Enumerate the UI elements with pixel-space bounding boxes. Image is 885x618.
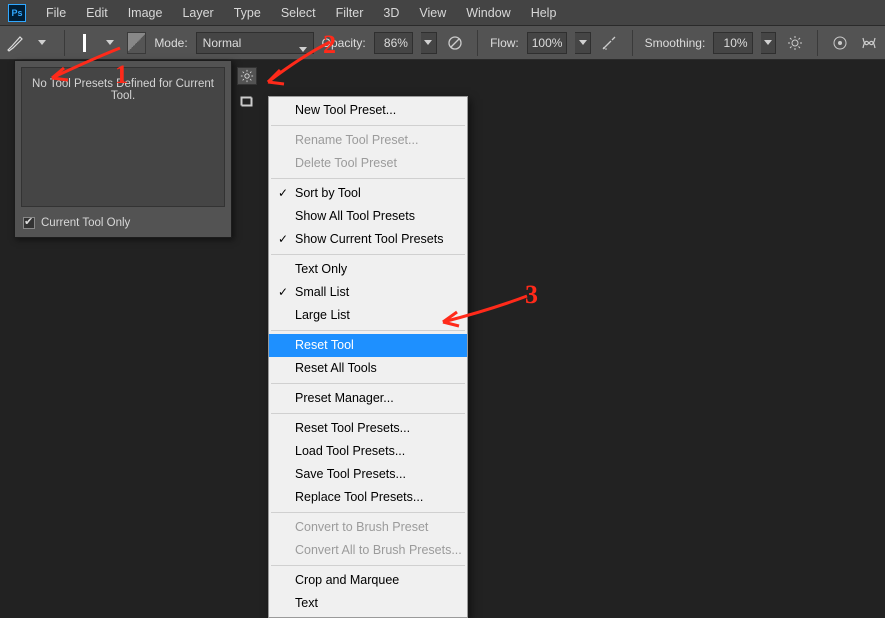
menu-layer[interactable]: Layer	[172, 2, 223, 24]
mode-value: Normal	[203, 36, 242, 50]
menu-item-load-tool-presets[interactable]: Load Tool Presets...	[269, 440, 467, 463]
pressure-opacity-icon[interactable]	[445, 31, 466, 55]
menu-filter[interactable]: Filter	[326, 2, 374, 24]
menu-type[interactable]: Type	[224, 2, 271, 24]
separator	[632, 30, 633, 56]
flow-label: Flow:	[490, 36, 519, 50]
menu-separator	[271, 254, 465, 255]
pressure-size-icon[interactable]	[830, 31, 851, 55]
menu-bar: Ps FileEditImageLayerTypeSelectFilter3DV…	[0, 0, 885, 26]
menu-file[interactable]: File	[36, 2, 76, 24]
tool-preset-panel: No Tool Presets Defined for Current Tool…	[14, 60, 232, 238]
menu-item-convert-all-to-brush-presets: Convert All to Brush Presets...	[269, 539, 467, 562]
current-tool-only-label: Current Tool Only	[41, 217, 130, 229]
menu-help[interactable]: Help	[521, 2, 567, 24]
menu-item-reset-tool[interactable]: Reset Tool	[269, 334, 467, 357]
opacity-field[interactable]: 86%	[374, 32, 413, 54]
app-logo: Ps	[8, 4, 26, 22]
menu-separator	[271, 413, 465, 414]
menu-item-preset-manager[interactable]: Preset Manager...	[269, 387, 467, 410]
preset-empty-text: No Tool Presets Defined for Current Tool…	[22, 78, 224, 102]
menu-item-show-current-tool-presets[interactable]: Show Current Tool Presets	[269, 228, 467, 251]
menu-separator	[271, 178, 465, 179]
symmetry-icon[interactable]	[858, 31, 879, 55]
menu-item-small-list[interactable]: Small List	[269, 281, 467, 304]
menu-edit[interactable]: Edit	[76, 2, 118, 24]
preset-flyout-menu: New Tool Preset... Rename Tool Preset...D…	[268, 96, 468, 618]
opacity-dropdown[interactable]	[421, 32, 437, 54]
tool-preset-dropdown[interactable]	[33, 32, 52, 54]
menu-item-large-list[interactable]: Large List	[269, 304, 467, 327]
menu-item-convert-to-brush-preset: Convert to Brush Preset	[269, 516, 467, 539]
menu-image[interactable]: Image	[118, 2, 173, 24]
separator	[817, 30, 818, 56]
smoothing-label: Smoothing:	[645, 36, 706, 50]
separator	[477, 30, 478, 56]
menu-item-reset-tool-presets[interactable]: Reset Tool Presets...	[269, 417, 467, 440]
menu-window[interactable]: Window	[456, 2, 520, 24]
airbrush-icon[interactable]	[599, 31, 620, 55]
brush-preview[interactable]	[77, 32, 92, 54]
menu-item-text[interactable]: Text	[269, 592, 467, 615]
new-preset-icon[interactable]	[237, 93, 257, 111]
options-bar: Mode: Normal Opacity: 86% Flow: 100% Smo…	[0, 26, 885, 60]
menu-item-delete-tool-preset: Delete Tool Preset	[269, 152, 467, 175]
menu-item-sort-by-tool[interactable]: Sort by Tool	[269, 182, 467, 205]
menu-item-text-only[interactable]: Text Only	[269, 258, 467, 281]
menu-separator	[271, 125, 465, 126]
menu-item-replace-tool-presets[interactable]: Replace Tool Presets...	[269, 486, 467, 509]
menu-separator	[271, 512, 465, 513]
menu-separator	[271, 565, 465, 566]
menu-item-show-all-tool-presets[interactable]: Show All Tool Presets	[269, 205, 467, 228]
menu-item-new-tool-preset[interactable]: New Tool Preset...	[269, 99, 467, 122]
smoothing-dropdown[interactable]	[761, 32, 777, 54]
menu-select[interactable]: Select	[271, 2, 326, 24]
menu-separator	[271, 383, 465, 384]
preset-menu-gear-icon[interactable]	[237, 67, 257, 85]
flow-field[interactable]: 100%	[527, 32, 568, 54]
annotation-number-3: 3	[525, 280, 538, 310]
menu-view[interactable]: View	[409, 2, 456, 24]
preset-list: No Tool Presets Defined for Current Tool…	[21, 67, 225, 207]
current-tool-only-checkbox[interactable]	[23, 217, 35, 229]
menu-separator	[271, 330, 465, 331]
menu-3d[interactable]: 3D	[373, 2, 409, 24]
flow-dropdown[interactable]	[575, 32, 591, 54]
brush-picker-dropdown[interactable]	[100, 32, 119, 54]
opacity-label: Opacity:	[322, 36, 366, 50]
separator	[64, 30, 65, 56]
brush-tool-icon[interactable]	[6, 32, 25, 54]
mode-select[interactable]: Normal	[196, 32, 314, 54]
menu-item-crop-and-marquee[interactable]: Crop and Marquee	[269, 569, 467, 592]
menu-item-rename-tool-preset: Rename Tool Preset...	[269, 129, 467, 152]
smoothing-gear-icon[interactable]	[784, 31, 805, 55]
brush-settings-icon[interactable]	[127, 32, 146, 54]
menu-item-save-tool-presets[interactable]: Save Tool Presets...	[269, 463, 467, 486]
smoothing-field[interactable]: 10%	[713, 32, 752, 54]
menu-item-reset-all-tools[interactable]: Reset All Tools	[269, 357, 467, 380]
mode-label: Mode:	[154, 36, 187, 50]
